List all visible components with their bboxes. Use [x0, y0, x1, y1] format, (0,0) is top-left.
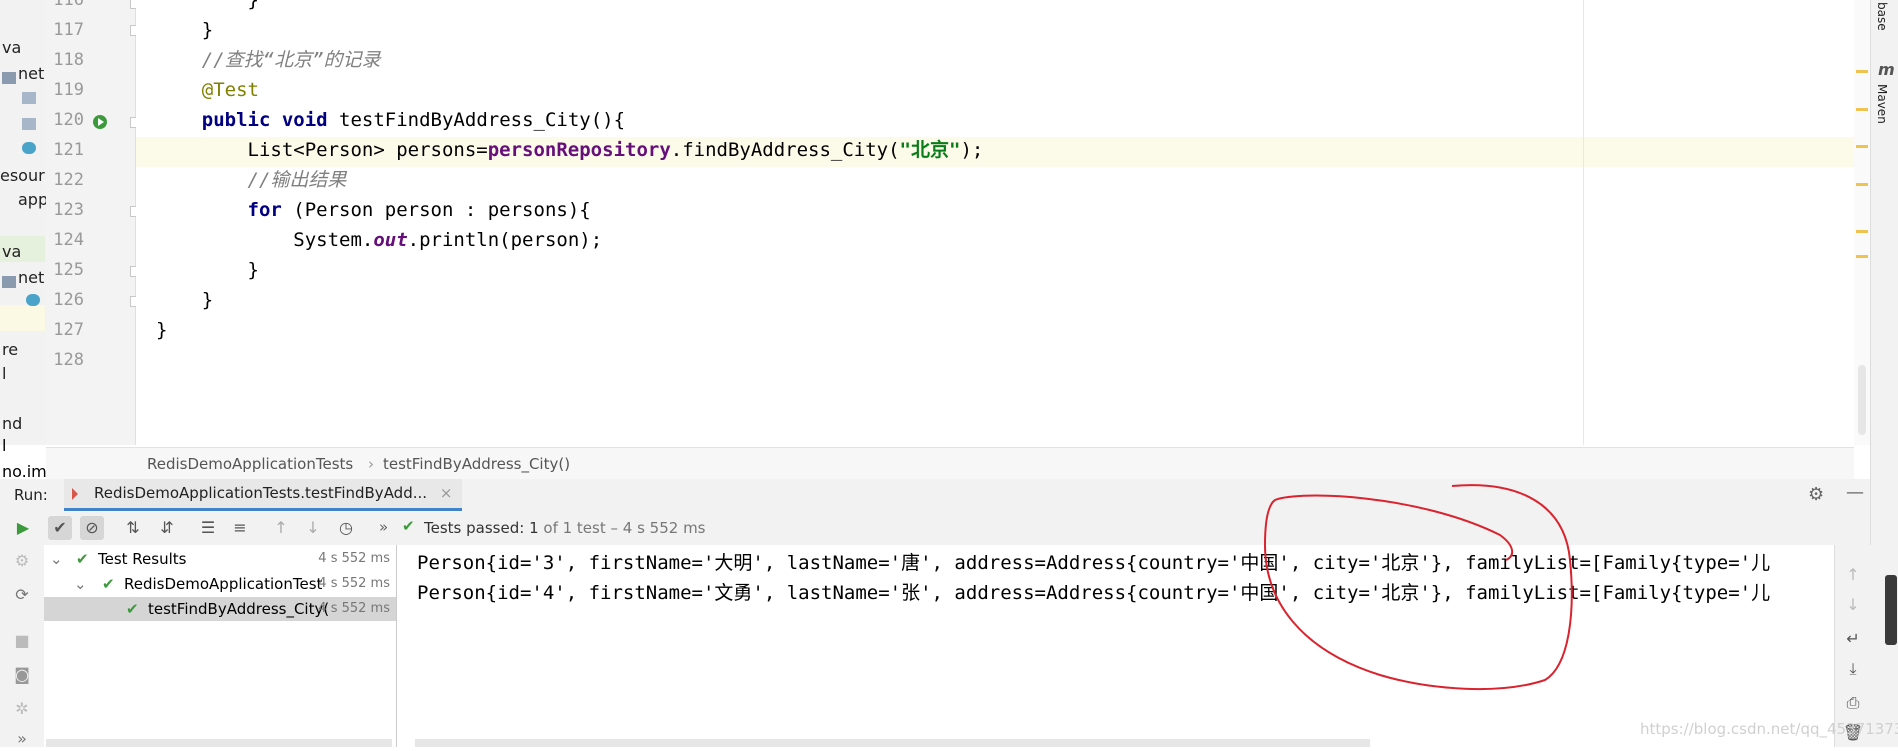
- red-annotation-circle: [1263, 484, 1573, 691]
- watermark-text: https://blog.csdn.net/qq_45371373: [1640, 720, 1898, 738]
